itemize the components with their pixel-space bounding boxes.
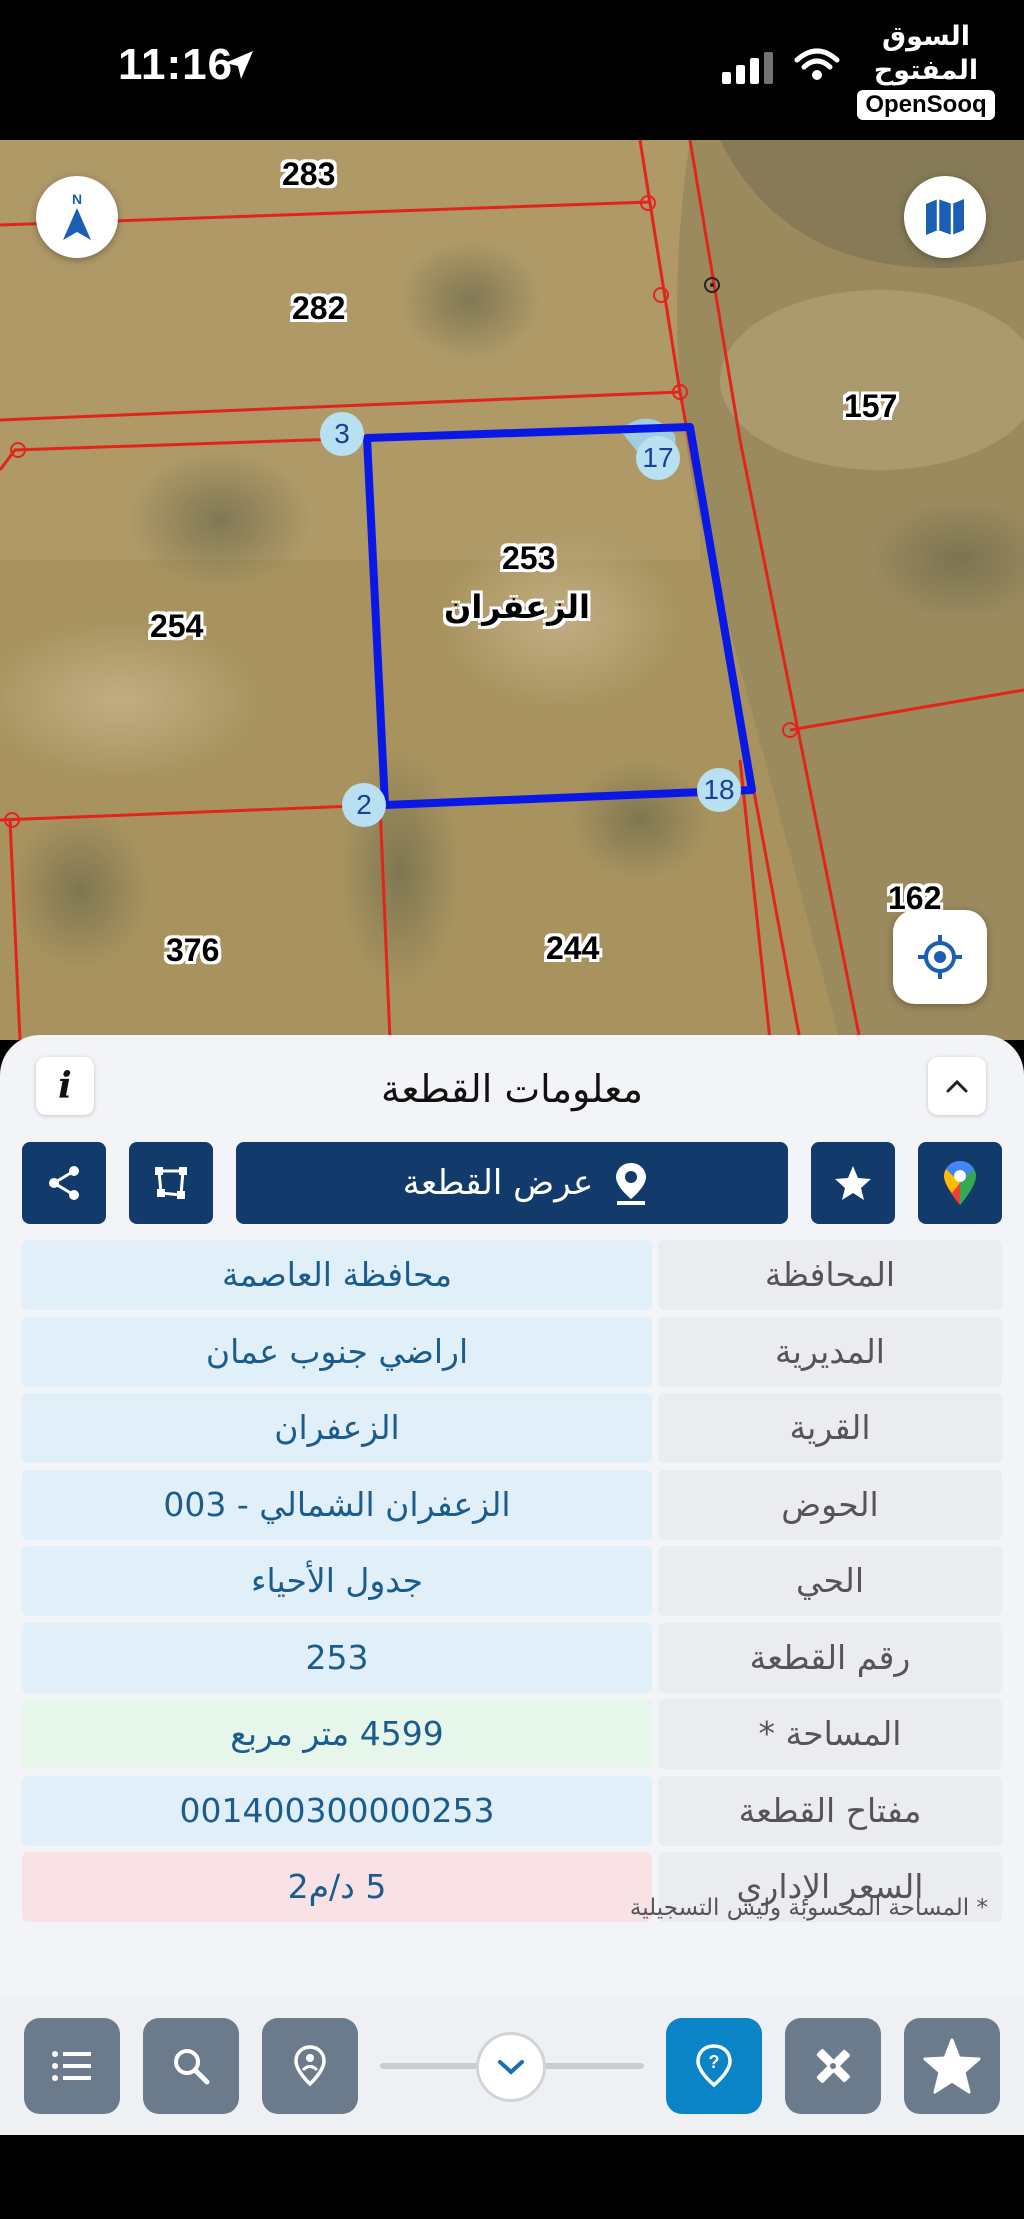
- info-row: محافظة العاصمة المحافظة: [22, 1240, 1002, 1310]
- info-row-label: المحافظة: [658, 1240, 1002, 1310]
- parcel-number-283: 283: [282, 156, 336, 192]
- info-row-value: 253: [22, 1622, 652, 1693]
- sheet-title: معلومات القطعة: [381, 1067, 643, 1111]
- measure-tools-icon: [816, 2049, 850, 2083]
- info-row: 001400300000253 مفتاح القطعة: [22, 1775, 1002, 1846]
- parcel-name-label: الزعفران: [444, 588, 590, 626]
- svg-text:?: ?: [709, 2052, 720, 2072]
- bottom-toolbar: ?: [0, 1995, 1024, 2135]
- chevron-up-icon: [946, 1079, 968, 1093]
- star-icon: [835, 1166, 871, 1200]
- info-row-value: 001400300000253: [22, 1775, 652, 1846]
- favorites-button[interactable]: [904, 2018, 1000, 2114]
- parcel-number-376: 376: [166, 932, 220, 968]
- list-button[interactable]: [24, 2018, 120, 2114]
- map-pin-icon: [616, 1163, 647, 1205]
- zoom-slider-knob[interactable]: [476, 2032, 546, 2102]
- share-button[interactable]: [22, 1142, 106, 1224]
- measure-tools-button[interactable]: [785, 2018, 881, 2114]
- location-arrow-icon: [225, 51, 253, 79]
- search-button[interactable]: [143, 2018, 239, 2114]
- info-row-label: المديرية: [658, 1316, 1002, 1387]
- map-layers-icon: [926, 199, 964, 235]
- parcel-info-sheet: i معلومات القطعة عرض القطعة محافظة العاص…: [0, 1035, 1024, 2135]
- star-icon: [923, 2038, 981, 2094]
- info-row-label: الحوض: [658, 1469, 1002, 1540]
- list-icon: [52, 2051, 91, 2081]
- info-row-label: رقم القطعة: [658, 1622, 1002, 1693]
- info-row: اراضي جنوب عمان المديرية: [22, 1316, 1002, 1387]
- home-indicator-area: [0, 2135, 1024, 2219]
- info-row-value: الزعفران الشمالي - 003: [22, 1469, 652, 1540]
- info-row-label: مفتاح القطعة: [658, 1775, 1002, 1846]
- info-row: 4599 متر مربع المساحة *: [22, 1699, 1002, 1769]
- info-row-label: الحي: [658, 1546, 1002, 1616]
- draw-polygon-button[interactable]: [129, 1142, 213, 1224]
- north-compass-button[interactable]: N: [36, 176, 118, 258]
- parcel-number-282: 282: [292, 290, 346, 326]
- help-pin-button[interactable]: ?: [666, 2018, 762, 2114]
- parcel-number-244: 244: [546, 930, 600, 966]
- brand-logo: السوق المفتوح OpenSooq: [850, 20, 1002, 120]
- show-parcel-button[interactable]: عرض القطعة: [236, 1142, 788, 1224]
- vertex-label-3: 3: [320, 412, 364, 456]
- parcel-number-253: 253: [502, 540, 556, 576]
- show-parcel-label: عرض القطعة: [402, 1163, 594, 1203]
- info-row-label: المساحة *: [658, 1699, 1002, 1769]
- info-row-value: 4599 متر مربع: [22, 1699, 652, 1769]
- share-icon: [49, 1166, 79, 1200]
- info-row: 253 رقم القطعة: [22, 1622, 1002, 1693]
- signal-icon: [722, 52, 773, 84]
- google-maps-button[interactable]: [918, 1142, 1002, 1224]
- info-row: الزعفران الشمالي - 003 الحوض: [22, 1469, 1002, 1540]
- brand-name-english: OpenSooq: [857, 90, 995, 120]
- info-row-value: محافظة العاصمة: [22, 1240, 652, 1310]
- brand-name-arabic: السوق المفتوح: [873, 21, 979, 86]
- search-icon: [174, 2049, 210, 2085]
- vertex-label-2: 2: [342, 783, 386, 827]
- info-row: الزعفران القرية: [22, 1393, 1002, 1463]
- area-footnote: * المساحة المحسوبة وليس التسجيلية: [629, 1895, 988, 1921]
- collapse-button[interactable]: [928, 1057, 986, 1115]
- info-row-value: الزعفران: [22, 1393, 652, 1463]
- status-bar: 11:16 السوق المفتوح OpenSooq: [0, 0, 1024, 140]
- location-pin-icon: [294, 2045, 326, 2087]
- north-arrow-icon: N: [63, 191, 91, 240]
- favorite-button[interactable]: [811, 1142, 895, 1224]
- status-time: 11:16: [118, 40, 234, 89]
- google-maps-icon: [944, 1161, 976, 1205]
- info-row-value: جدول الأحياء: [22, 1546, 652, 1616]
- my-location-icon: [918, 935, 962, 979]
- vertex-label-18: 18: [697, 768, 741, 812]
- info-row-value: اراضي جنوب عمان: [22, 1316, 652, 1387]
- map-view[interactable]: 283 282 157 253 الزعفران 254 162 376 244…: [0, 140, 1024, 1040]
- parcel-number-254: 254: [150, 608, 204, 644]
- vertex-label-17: 17: [636, 436, 680, 480]
- polygon-icon: [155, 1167, 187, 1199]
- chevron-down-icon: [498, 2060, 524, 2075]
- my-location-button[interactable]: [893, 910, 987, 1004]
- help-pin-icon: ?: [696, 2044, 732, 2088]
- info-row-value: 5 د/م2: [22, 1852, 652, 1922]
- map-layers-button[interactable]: [904, 176, 986, 258]
- wifi-icon: [794, 48, 840, 80]
- info-row-label: القرية: [658, 1393, 1002, 1463]
- svg-text:N: N: [72, 191, 82, 207]
- parcel-number-157: 157: [844, 388, 898, 424]
- location-pin-button[interactable]: [262, 2018, 358, 2114]
- info-row: جدول الأحياء الحي: [22, 1546, 1002, 1616]
